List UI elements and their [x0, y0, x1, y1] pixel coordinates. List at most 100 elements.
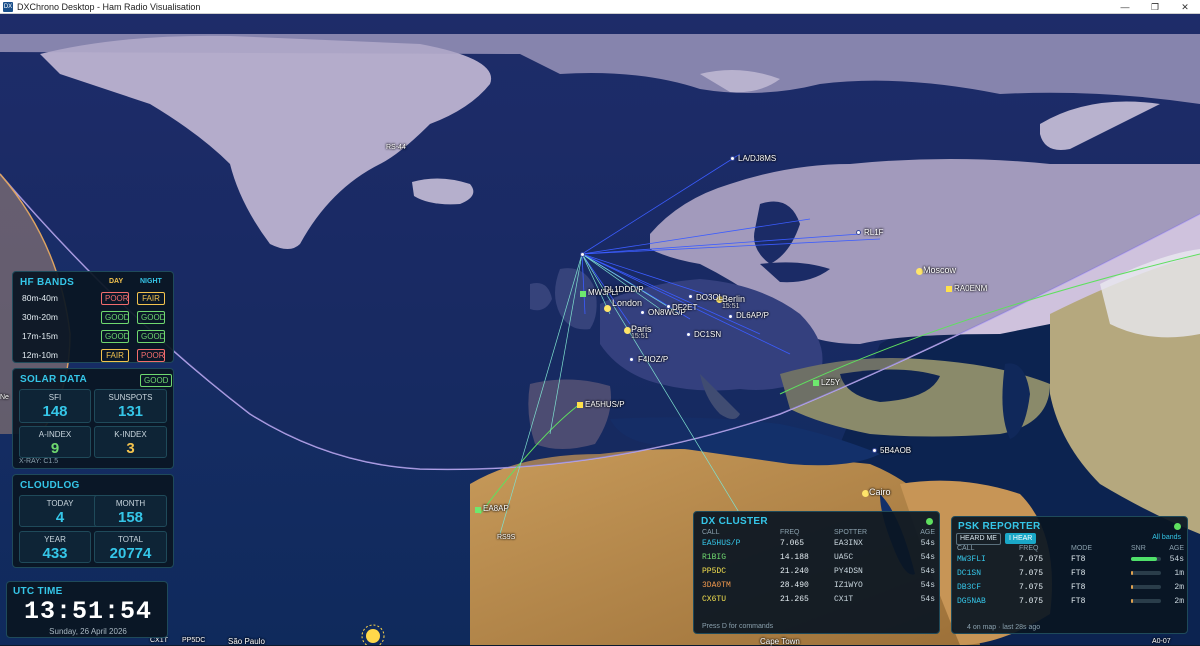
- dx-spotter: PY4DSN: [834, 566, 863, 576]
- dx-call[interactable]: EA5HUS/P: [702, 536, 780, 550]
- year-cell: YEAR 433: [19, 531, 91, 563]
- window-title: DXChrono Desktop - Ham Radio Visualisati…: [17, 1, 201, 12]
- dx-spotter: CX1T: [834, 594, 854, 604]
- spot-marker[interactable]: [666, 304, 671, 309]
- day-condition-badge: FAIR: [101, 349, 129, 362]
- spot-label[interactable]: DF2ET: [672, 303, 697, 312]
- table-row[interactable]: CX6TU 21.265 CX1T 54s: [702, 592, 935, 606]
- dx-freq: 7.065: [780, 538, 805, 548]
- table-row[interactable]: MW3FLI 7.075 FT8 54s: [957, 552, 1184, 566]
- dx-call[interactable]: CX6TU: [702, 592, 780, 606]
- spot-label[interactable]: DO3OL: [696, 293, 723, 302]
- spot-label[interactable]: LA/DJ8MS: [738, 154, 776, 163]
- spot-label[interactable]: EA8AP: [483, 504, 509, 513]
- maximize-icon[interactable]: ❐: [1140, 0, 1170, 14]
- psk-call[interactable]: DC1SN: [957, 566, 1019, 580]
- spot-label[interactable]: RS9S: [497, 534, 515, 541]
- k-index-cell: K-INDEX 3: [94, 426, 167, 458]
- dx-freq: 21.240: [780, 566, 809, 576]
- spot-marker[interactable]: [580, 291, 586, 297]
- month-label: MONTH: [115, 499, 146, 508]
- satellite-label[interactable]: RS-44: [386, 144, 406, 151]
- total-label: TOTAL: [117, 535, 144, 544]
- table-row[interactable]: PP5DC 21.240 PY4DSN 54s: [702, 564, 935, 578]
- spot-marker[interactable]: [728, 314, 733, 319]
- day-header: DAY: [109, 278, 124, 285]
- spot-label[interactable]: 5B4AOB: [880, 446, 911, 455]
- psk-age: 2m: [1174, 596, 1184, 606]
- spot-marker[interactable]: [872, 448, 877, 453]
- spot-marker[interactable]: [856, 230, 861, 235]
- column-header: SPOTTER: [834, 529, 868, 536]
- column-header: MODE: [1071, 545, 1092, 552]
- spot-label[interactable]: LZ5Y: [821, 378, 840, 387]
- solar-data-panel: SOLAR DATA GOOD SFI 148 SUNSPOTS 131 A-I…: [12, 368, 174, 469]
- psk-footer: 4 on map · last 28s ago: [967, 624, 1041, 631]
- spot-marker[interactable]: [946, 286, 952, 292]
- spot-marker[interactable]: [688, 294, 693, 299]
- city-label-cairo: Cairo: [869, 487, 891, 497]
- hf-band-row: 12m-10m FAIR POOR: [13, 347, 173, 363]
- night-condition-badge: POOR: [137, 349, 165, 362]
- spot-label[interactable]: F4IOZ/P: [638, 355, 668, 364]
- sunspots-value: 131: [117, 403, 144, 420]
- day-condition-badge: POOR: [101, 292, 129, 305]
- spot-label[interactable]: EA5HUS/P: [585, 400, 625, 409]
- home-station-marker[interactable]: [580, 252, 585, 257]
- psk-call[interactable]: MW3FLI: [957, 552, 1019, 566]
- dx-call[interactable]: 3DA0TM: [702, 578, 780, 592]
- spot-label[interactable]: CX1T: [150, 637, 168, 644]
- spot-marker[interactable]: [813, 380, 819, 386]
- spot-label[interactable]: DL1DDD/P: [604, 285, 644, 294]
- psk-age: 54s: [1169, 554, 1184, 564]
- tab-heard-me[interactable]: HEARD ME: [956, 533, 1001, 545]
- all-bands-filter[interactable]: All bands: [1152, 534, 1181, 541]
- tab-i-hear[interactable]: I HEAR: [1005, 533, 1037, 544]
- minimize-icon[interactable]: —: [1110, 0, 1140, 14]
- dx-cluster-table: CALL FREQ SPOTTER AGE EA5HUS/P 7.065 EA3IN…: [702, 529, 935, 606]
- spot-label[interactable]: DL6AP/P: [736, 311, 769, 320]
- spot-label[interactable]: PP5DC: [182, 637, 205, 644]
- today-cell: TODAY 4: [19, 495, 101, 527]
- psk-freq: 7.075: [1019, 554, 1044, 564]
- dx-cluster-footer: Press D for commands: [702, 623, 774, 630]
- dx-age: 54s: [920, 538, 935, 548]
- psk-freq: 7.075: [1019, 596, 1044, 606]
- spot-label[interactable]: DC1SN: [694, 330, 721, 339]
- dx-spotter: EA3INX: [834, 538, 863, 548]
- spot-label[interactable]: RL1F: [864, 228, 884, 237]
- spot-marker[interactable]: [640, 310, 645, 315]
- psk-freq: 7.075: [1019, 568, 1044, 578]
- spot-marker[interactable]: [629, 357, 634, 362]
- year-value: 433: [42, 545, 68, 562]
- table-row[interactable]: 3DA0TM 28.490 IZ1WYO 54s: [702, 578, 935, 592]
- dx-spotter: IZ1WYO: [834, 580, 863, 590]
- spot-marker[interactable]: [475, 507, 481, 513]
- spot-marker[interactable]: [686, 332, 691, 337]
- psk-call[interactable]: DB3CF: [957, 580, 1019, 594]
- snr-bar: [1131, 594, 1163, 608]
- table-row[interactable]: DG5NAB 7.075 FT8 2m: [957, 594, 1184, 608]
- dx-call[interactable]: PP5DC: [702, 564, 780, 578]
- table-row[interactable]: DB3CF 7.075 FT8 2m: [957, 580, 1184, 594]
- satellite-label[interactable]: A0-07: [1152, 638, 1171, 645]
- close-icon[interactable]: ✕: [1170, 0, 1200, 14]
- psk-mode: FT8: [1071, 568, 1086, 578]
- spot-label[interactable]: RA0ENM: [954, 284, 987, 293]
- table-row[interactable]: DC1SN 7.075 FT8 1m: [957, 566, 1184, 580]
- dx-call[interactable]: R1BIG: [702, 550, 780, 564]
- table-row[interactable]: EA5HUS/P 7.065 EA3INX 54s: [702, 536, 935, 550]
- city-label-london: London: [612, 298, 643, 308]
- city-marker: [604, 305, 611, 312]
- spot-marker[interactable]: [730, 156, 735, 161]
- dx-cluster-title: DX CLUSTER: [701, 516, 768, 527]
- psk-age: 1m: [1174, 568, 1184, 578]
- city-time-berlin: 15:51: [722, 303, 740, 310]
- spot-marker[interactable]: [577, 402, 583, 408]
- band-label: 30m-20m: [22, 312, 58, 322]
- column-header: AGE: [1169, 545, 1184, 552]
- table-row[interactable]: R1BIG 14.188 UA5C 54s: [702, 550, 935, 564]
- cloudlog-title: CLOUDLOG: [20, 480, 80, 491]
- psk-call[interactable]: DG5NAB: [957, 594, 1019, 608]
- city-marker: [916, 268, 923, 275]
